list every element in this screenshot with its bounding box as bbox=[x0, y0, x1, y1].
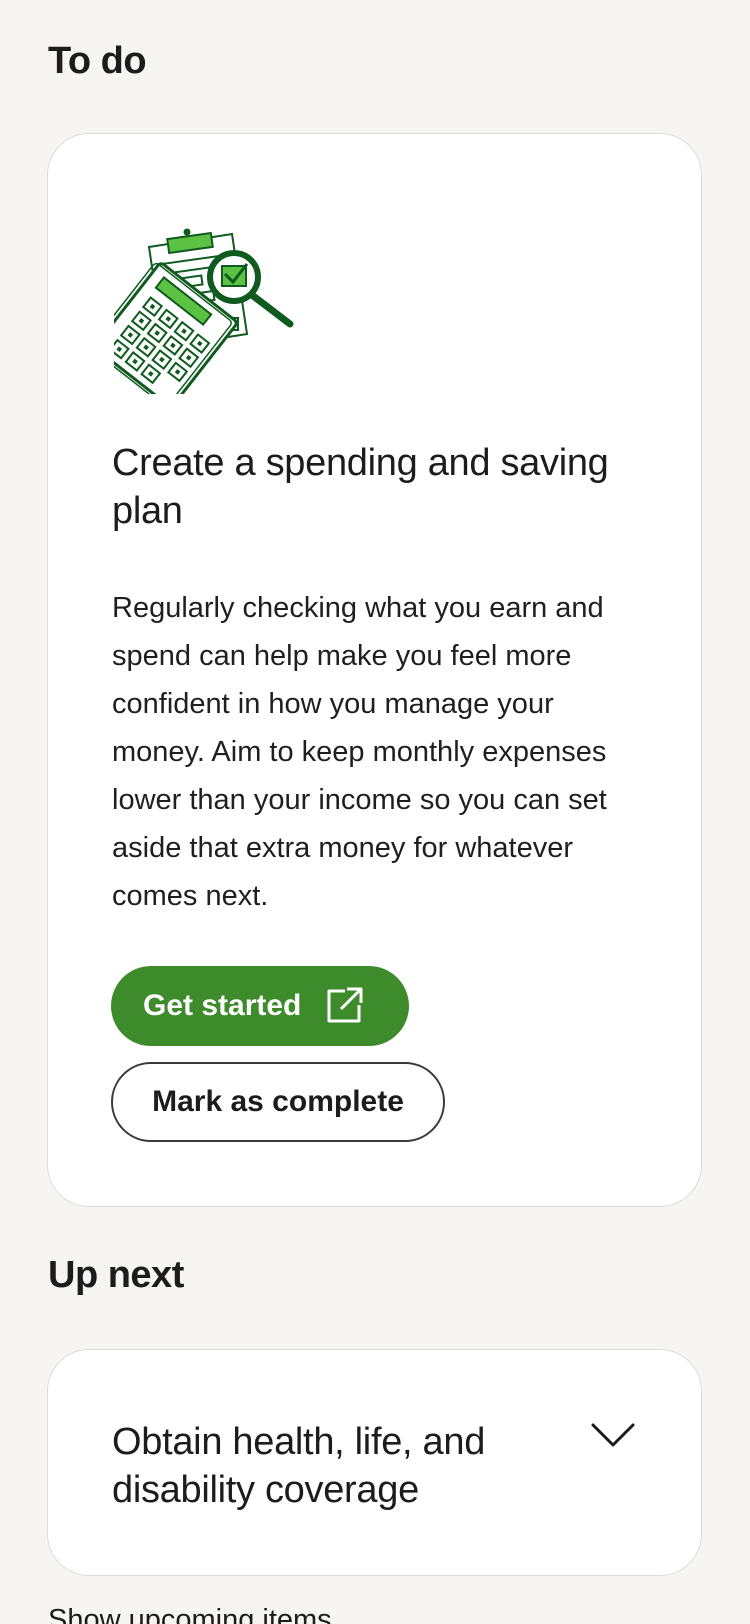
budget-calculator-magnifier-icon bbox=[114, 228, 294, 394]
todo-heading: To do bbox=[48, 40, 147, 82]
screen: To do Create a spending and saving plan … bbox=[0, 0, 750, 1624]
up-next-item-title: Obtain health, life, and disability cove… bbox=[112, 1421, 486, 1511]
mark-as-complete-button[interactable]: Mark as complete bbox=[111, 1062, 445, 1142]
task-title: Create a spending and saving plan bbox=[112, 442, 609, 532]
get-started-label: Get started bbox=[143, 989, 302, 1022]
chevron-down-icon[interactable] bbox=[590, 1420, 636, 1450]
external-link-icon bbox=[327, 987, 363, 1023]
up-next-heading: Up next bbox=[48, 1254, 184, 1296]
show-upcoming-items-link[interactable]: Show upcoming items bbox=[48, 1604, 332, 1624]
get-started-button[interactable]: Get started bbox=[111, 966, 409, 1046]
todo-card: Create a spending and saving plan Regula… bbox=[47, 133, 702, 1207]
task-description: Regularly checking what you earn and spe… bbox=[112, 592, 607, 912]
up-next-item[interactable]: Obtain health, life, and disability cove… bbox=[47, 1349, 702, 1576]
